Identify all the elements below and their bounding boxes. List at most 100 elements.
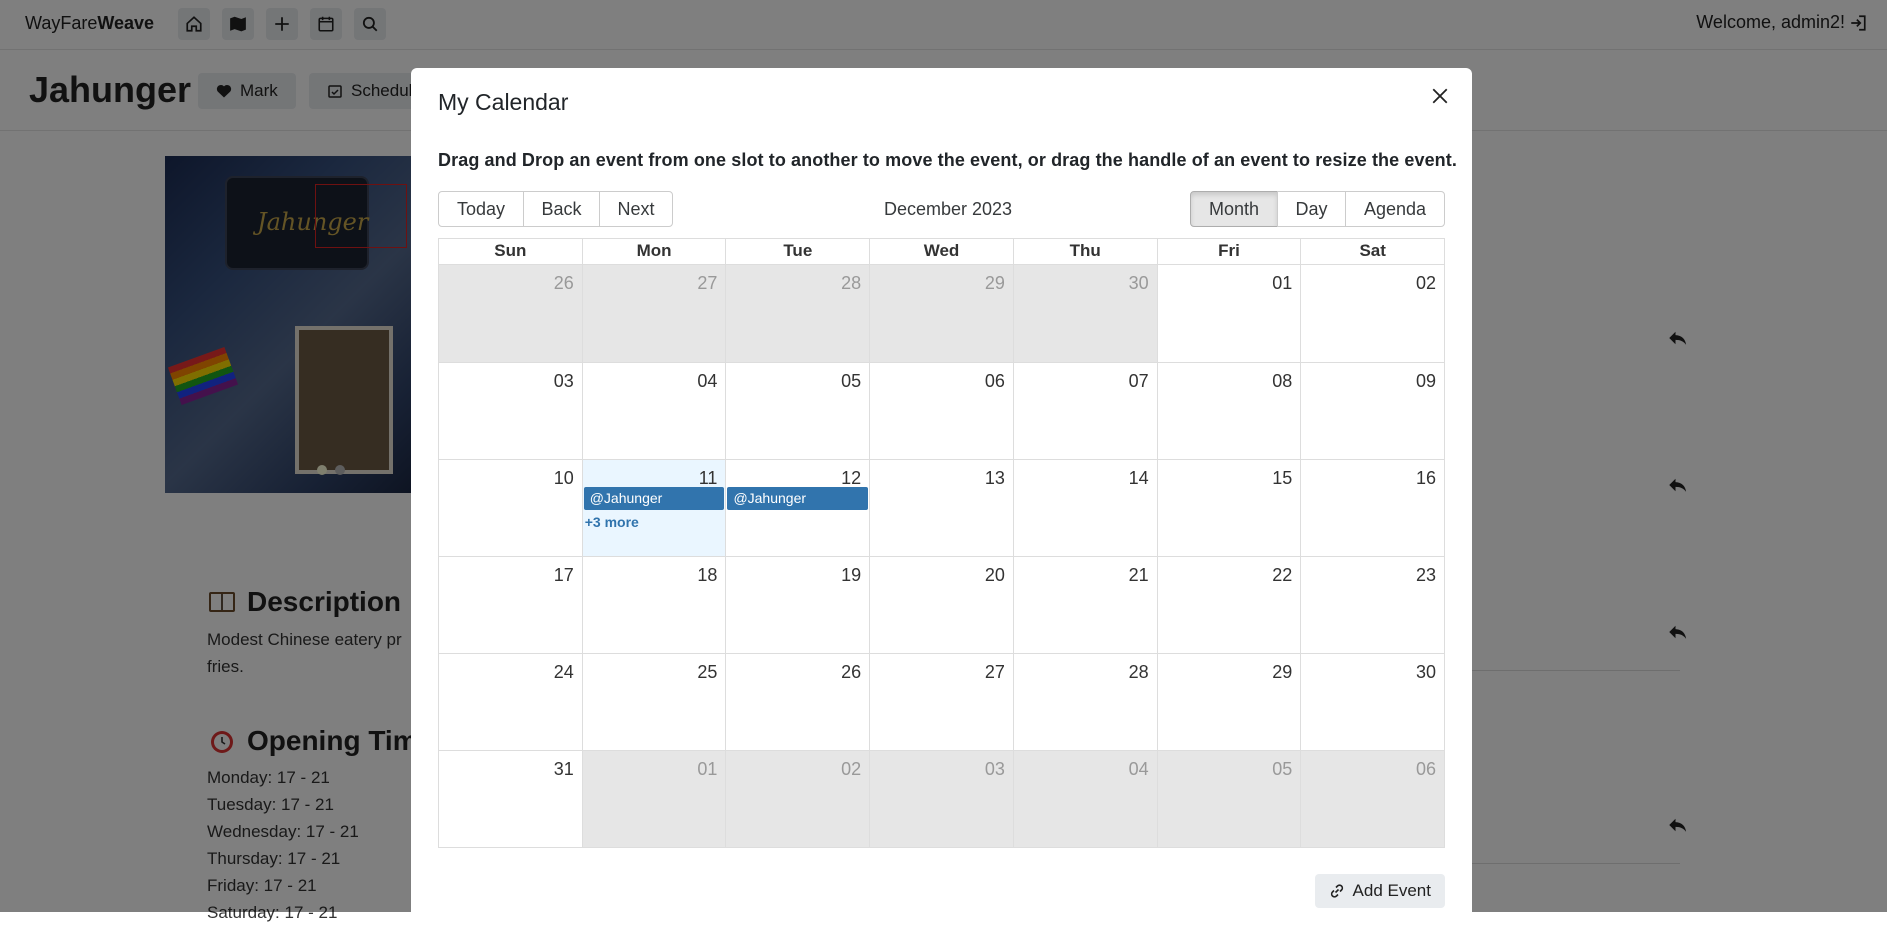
day-cell[interactable]: 30 — [1012, 265, 1157, 362]
day-number[interactable]: 10 — [554, 468, 574, 489]
modal-title: My Calendar — [438, 89, 569, 115]
day-cell[interactable]: 15 — [1156, 460, 1301, 556]
day-cell[interactable]: 14 — [1012, 460, 1157, 556]
day-cell[interactable]: 25 — [581, 654, 726, 750]
day-number[interactable]: 20 — [985, 565, 1005, 586]
day-cell[interactable]: 28 — [1012, 654, 1157, 750]
agenda-view-button[interactable]: Agenda — [1345, 191, 1445, 227]
day-cell[interactable]: 13 — [869, 460, 1013, 556]
day-number[interactable]: 23 — [1416, 565, 1436, 586]
day-cell[interactable]: 02 — [1300, 265, 1444, 362]
day-cell[interactable]: 31 — [439, 751, 582, 847]
day-cell[interactable]: 07 — [1012, 363, 1157, 459]
day-cell[interactable]: 27 — [581, 265, 726, 362]
day-cell[interactable]: 04 — [581, 363, 726, 459]
day-number[interactable]: 13 — [985, 468, 1005, 489]
day-number[interactable]: 22 — [1272, 565, 1292, 586]
day-cell[interactable]: 11 @Jahunger +3 more — [581, 460, 726, 556]
day-cell[interactable]: 01 — [581, 751, 726, 847]
day-number[interactable]: 29 — [1272, 662, 1292, 683]
day-number[interactable]: 30 — [1129, 273, 1149, 294]
weekday-fri: Fri — [1156, 239, 1301, 264]
day-number[interactable]: 26 — [841, 662, 861, 683]
day-cell[interactable]: 17 — [439, 557, 582, 653]
day-cell[interactable]: 04 — [1012, 751, 1157, 847]
day-number[interactable]: 06 — [985, 371, 1005, 392]
day-number[interactable]: 27 — [985, 662, 1005, 683]
day-number[interactable]: 04 — [1129, 759, 1149, 780]
day-cell[interactable]: 03 — [439, 363, 582, 459]
day-cell[interactable]: 19 — [725, 557, 869, 653]
day-cell[interactable]: 05 — [725, 363, 869, 459]
day-number[interactable]: 17 — [554, 565, 574, 586]
next-button[interactable]: Next — [599, 191, 673, 227]
day-number[interactable]: 06 — [1416, 759, 1436, 780]
day-cell[interactable]: 29 — [1156, 654, 1301, 750]
day-number[interactable]: 01 — [1272, 273, 1292, 294]
day-number[interactable]: 24 — [554, 662, 574, 683]
day-cell[interactable]: 20 — [869, 557, 1013, 653]
day-cell[interactable]: 18 — [581, 557, 726, 653]
back-button[interactable]: Back — [523, 191, 600, 227]
day-number[interactable]: 21 — [1129, 565, 1149, 586]
day-cell[interactable]: 21 — [1012, 557, 1157, 653]
day-number[interactable]: 11 — [699, 468, 718, 489]
day-cell[interactable]: 27 — [869, 654, 1013, 750]
day-cell[interactable]: 01 — [1156, 265, 1301, 362]
day-number[interactable]: 05 — [841, 371, 861, 392]
day-cell[interactable]: 23 — [1300, 557, 1444, 653]
day-number[interactable]: 26 — [554, 273, 574, 294]
day-number[interactable]: 18 — [697, 565, 717, 586]
day-number[interactable]: 27 — [697, 273, 717, 294]
day-number[interactable]: 31 — [554, 759, 574, 780]
day-number[interactable]: 12 — [841, 468, 861, 489]
day-cell[interactable]: 05 — [1156, 751, 1301, 847]
calendar-event[interactable]: @Jahunger — [583, 487, 725, 510]
day-cell[interactable]: 02 — [725, 751, 870, 847]
day-number[interactable]: 30 — [1416, 662, 1436, 683]
day-number[interactable]: 15 — [1272, 468, 1292, 489]
day-number[interactable]: 07 — [1129, 371, 1149, 392]
day-cell[interactable]: 24 — [439, 654, 582, 750]
calendar-nav-group: Today Back Next — [438, 191, 673, 227]
day-number[interactable]: 01 — [697, 759, 717, 780]
day-cell[interactable]: 22 — [1156, 557, 1301, 653]
day-number[interactable]: 03 — [554, 371, 574, 392]
day-cell[interactable]: 28 — [725, 265, 870, 362]
day-cell[interactable]: 03 — [869, 751, 1013, 847]
day-number[interactable]: 05 — [1272, 759, 1292, 780]
day-number[interactable]: 28 — [1129, 662, 1149, 683]
day-cell[interactable]: 12 @Jahunger — [725, 460, 869, 556]
add-event-button[interactable]: Add Event — [1314, 874, 1445, 908]
close-button[interactable] — [1426, 82, 1454, 110]
day-number[interactable]: 19 — [841, 565, 861, 586]
day-number[interactable]: 14 — [1129, 468, 1149, 489]
day-number[interactable]: 09 — [1416, 371, 1436, 392]
day-number[interactable]: 02 — [841, 759, 861, 780]
day-cell[interactable]: 30 — [1300, 654, 1444, 750]
day-cell[interactable]: 16 — [1300, 460, 1444, 556]
week-row: 10 11 @Jahunger +3 more 12 @Jahunger 13 14 15 16 — [439, 459, 1444, 556]
day-number[interactable]: 02 — [1416, 273, 1436, 294]
day-cell[interactable]: 06 — [1300, 751, 1445, 847]
day-cell[interactable]: 26 — [439, 265, 582, 362]
day-number[interactable]: 29 — [985, 273, 1005, 294]
day-number[interactable]: 08 — [1272, 371, 1292, 392]
calendar-event[interactable]: @Jahunger — [727, 487, 869, 510]
day-cell[interactable]: 09 — [1300, 363, 1444, 459]
day-cell[interactable]: 06 — [869, 363, 1013, 459]
day-number[interactable]: 16 — [1416, 468, 1436, 489]
day-view-button[interactable]: Day — [1277, 191, 1346, 227]
day-number[interactable]: 03 — [985, 759, 1005, 780]
day-number[interactable]: 25 — [697, 662, 717, 683]
show-more-link[interactable]: +3 more — [585, 514, 639, 530]
day-number[interactable]: 04 — [697, 371, 717, 392]
month-view-button[interactable]: Month — [1190, 191, 1278, 227]
weekday-sat: Sat — [1300, 239, 1444, 264]
day-cell[interactable]: 10 — [439, 460, 582, 556]
day-cell[interactable]: 26 — [725, 654, 869, 750]
day-number[interactable]: 28 — [841, 273, 861, 294]
today-button[interactable]: Today — [438, 191, 524, 227]
day-cell[interactable]: 08 — [1156, 363, 1301, 459]
day-cell[interactable]: 29 — [869, 265, 1013, 362]
